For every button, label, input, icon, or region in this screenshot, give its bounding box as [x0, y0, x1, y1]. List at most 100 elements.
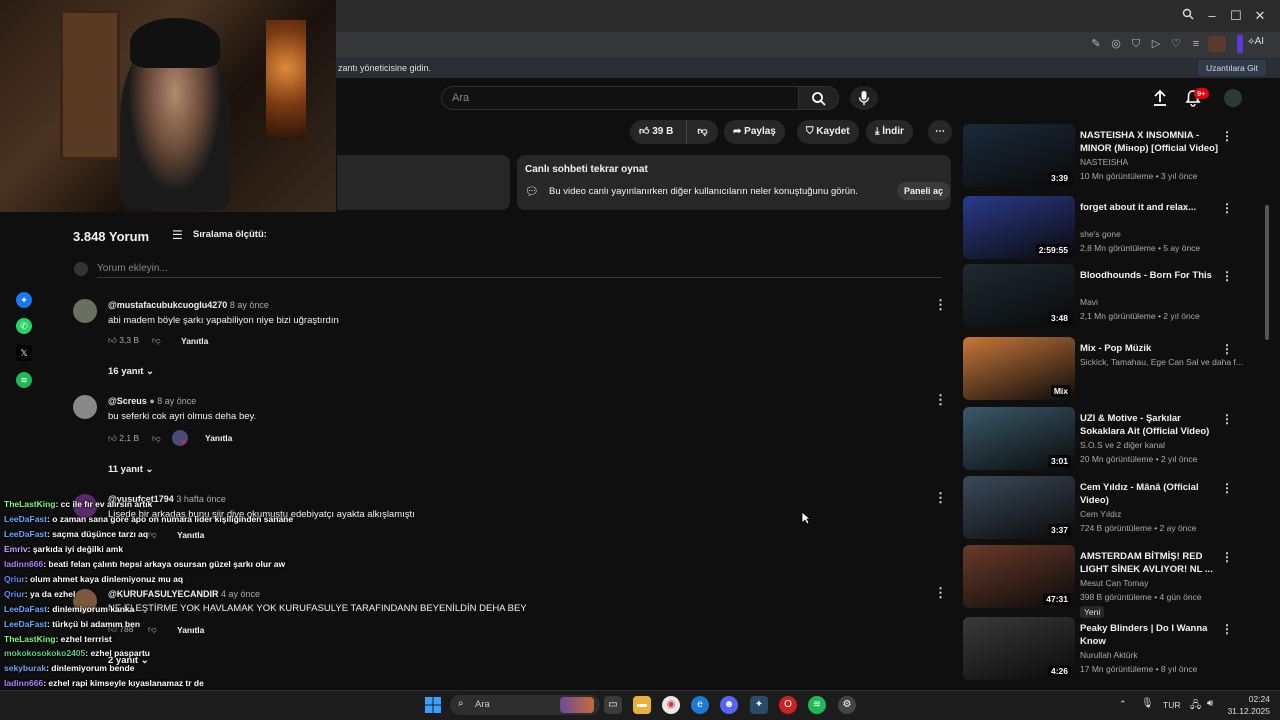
share-button[interactable]: ➦ Paylaş	[724, 120, 785, 144]
heart-icon[interactable]: ♡	[1168, 36, 1184, 52]
video-menu-icon[interactable]: ⋮	[1221, 201, 1233, 215]
reply-button[interactable]: Yanıtla	[177, 625, 204, 635]
microphone-icon[interactable]: 🎙︎	[1141, 698, 1154, 709]
video-thumbnail[interactable]: 3:01	[963, 407, 1075, 470]
shield-icon[interactable]: ⛉	[1128, 36, 1144, 52]
network-icon[interactable]: 🖧︎	[1190, 698, 1201, 715]
video-thumbnail[interactable]: 47:31	[963, 545, 1075, 608]
video-thumbnail[interactable]: 3:48	[963, 264, 1075, 327]
video-menu-icon[interactable]: ⋮	[1221, 622, 1233, 636]
dislike-button[interactable]: 👎︎	[686, 120, 718, 144]
channel-name[interactable]: she's gone	[1080, 229, 1121, 239]
video-title[interactable]: Mix - Pop Müzik	[1080, 342, 1220, 355]
reply-button[interactable]: Yanıtla	[181, 336, 208, 346]
minimize-button[interactable]: –	[1202, 6, 1222, 26]
chat-username[interactable]: TheLastKing	[4, 499, 55, 509]
chat-username[interactable]: ladinn666	[4, 678, 43, 688]
chat-username[interactable]: Qriur	[4, 574, 25, 584]
video-menu-icon[interactable]: ⋮	[1221, 342, 1233, 356]
chat-username[interactable]: LeeDaFast	[4, 529, 47, 539]
video-title[interactable]: NASTEISHA X INSOMNIA - MINOR (Мінор) [Of…	[1080, 129, 1220, 155]
channel-name[interactable]: Cem Yıldız	[1080, 509, 1121, 519]
comment-menu-icon[interactable]: ⋮	[934, 585, 947, 601]
voice-search-button[interactable]	[850, 86, 878, 110]
video-menu-icon[interactable]: ⋮	[1221, 269, 1233, 283]
chat-username[interactable]: LeeDaFast	[4, 619, 47, 629]
task-view-icon[interactable]: ▭	[604, 696, 622, 714]
extensions-button[interactable]: Uzantılara Git	[1198, 60, 1266, 76]
close-button[interactable]: ✕	[1250, 6, 1270, 26]
edit-icon[interactable]: ✎	[1088, 36, 1104, 52]
video-menu-icon[interactable]: ⋮	[1221, 129, 1233, 143]
file-explorer-icon[interactable]: ▬	[633, 696, 651, 714]
comment-like-button[interactable]: 👍︎ 3,3 B	[108, 335, 139, 346]
like-button[interactable]: 👍︎ 39 B	[630, 120, 686, 144]
ai-button[interactable]: ⟡AI	[1248, 36, 1264, 47]
comment-author[interactable]: @Screus	[108, 396, 147, 406]
comment-dislike-button[interactable]: 👎︎	[152, 433, 161, 444]
language-indicator[interactable]: TUR	[1163, 700, 1180, 710]
volume-icon[interactable]: 🔊︎	[1207, 698, 1213, 709]
comment-author[interactable]: @KURUFASULYECANDIR	[108, 589, 218, 599]
chat-username[interactable]: ladinn666	[4, 559, 43, 569]
discord-icon[interactable]: ☻	[720, 696, 738, 714]
download-button[interactable]: ⤓ İndir	[866, 120, 913, 144]
settings-icon[interactable]: ⚙	[838, 696, 856, 714]
opera-icon[interactable]: O	[779, 696, 797, 714]
x-twitter-icon[interactable]: 𝕏	[16, 345, 32, 361]
chevron-up-icon[interactable]: ⌃	[1119, 699, 1127, 710]
channel-name[interactable]: NASTEISHA	[1080, 157, 1128, 167]
chat-username[interactable]: Emriv	[4, 544, 28, 554]
maximize-button[interactable]: ☐	[1226, 6, 1246, 26]
taskbar-search-box[interactable]: ⌕ Ara	[450, 695, 600, 715]
scrollbar[interactable]	[1265, 205, 1269, 340]
comment-menu-icon[interactable]: ⋮	[934, 490, 947, 506]
chat-username[interactable]: Qriur	[4, 589, 25, 599]
account-avatar[interactable]	[1224, 89, 1242, 107]
sort-label[interactable]: Sıralama ölçütü:	[193, 229, 267, 240]
search-button[interactable]	[799, 86, 839, 110]
comment-menu-icon[interactable]: ⋮	[934, 297, 947, 313]
video-title[interactable]: UZI & Motive - Şarkılar Sokaklara Ait (O…	[1080, 412, 1220, 438]
search-input[interactable]: Ara	[441, 86, 799, 110]
app-icon[interactable]: ✦	[750, 696, 768, 714]
replies-toggle[interactable]: 11 yanıt ⌄	[108, 464, 153, 475]
video-thumbnail[interactable]: 4:26	[963, 617, 1075, 680]
chat-username[interactable]: LeeDaFast	[4, 604, 47, 614]
channel-name[interactable]: Mesut Can Tomay	[1080, 578, 1148, 588]
add-comment-input[interactable]: Yorum ekleyin...	[97, 263, 168, 274]
more-actions-button[interactable]: ⋯	[928, 120, 952, 144]
menu-icon[interactable]: ≡	[1188, 36, 1204, 52]
reply-button[interactable]: Yanıtla	[177, 530, 204, 540]
channel-name[interactable]: S.O.S ve 2 diğer kanal	[1080, 440, 1165, 450]
video-thumbnail[interactable]: 3:39	[963, 124, 1075, 187]
whatsapp-icon[interactable]: ✆	[16, 318, 32, 334]
video-thumbnail[interactable]: Mix	[963, 337, 1075, 400]
open-panel-button[interactable]: Paneli aç	[897, 182, 951, 200]
comment-time[interactable]: 8 ay önce	[157, 396, 196, 406]
chrome-icon[interactable]: ◉	[662, 696, 680, 714]
channel-name[interactable]: Sickick, Tamahau, Ege Can Sal ve daha f.…	[1080, 357, 1243, 367]
messenger-icon[interactable]: ✦	[16, 292, 32, 308]
comment-time[interactable]: 8 ay önce	[230, 300, 269, 310]
video-thumbnail[interactable]: 3:37	[963, 476, 1075, 539]
avatar[interactable]	[73, 395, 97, 419]
edge-icon[interactable]: e	[691, 696, 709, 714]
channel-name[interactable]: Nurullah Aktürk	[1080, 650, 1138, 660]
comment-author[interactable]: @mustafacubukcuoglu4270	[108, 300, 227, 310]
video-title[interactable]: Bloodhounds - Born For This	[1080, 269, 1220, 282]
chat-username[interactable]: sekyburak	[4, 663, 46, 673]
comment-dislike-button[interactable]: 👎︎	[152, 335, 161, 346]
video-title[interactable]: forget about it and relax...	[1080, 201, 1220, 214]
clock-time[interactable]: 02:24	[1240, 694, 1270, 704]
avatar[interactable]	[73, 299, 97, 323]
upload-icon[interactable]	[1152, 89, 1168, 112]
camera-icon[interactable]: ◎	[1108, 36, 1124, 52]
windows-start-icon[interactable]	[425, 697, 441, 718]
profile-avatar[interactable]	[1208, 36, 1226, 52]
comment-menu-icon[interactable]: ⋮	[934, 392, 947, 408]
video-thumbnail[interactable]: 2:59:55	[963, 196, 1075, 259]
spotify-icon[interactable]: ≋	[16, 372, 32, 388]
chat-username[interactable]: mokokosokoko2405	[4, 648, 85, 658]
play-icon[interactable]: ▷	[1148, 36, 1164, 52]
